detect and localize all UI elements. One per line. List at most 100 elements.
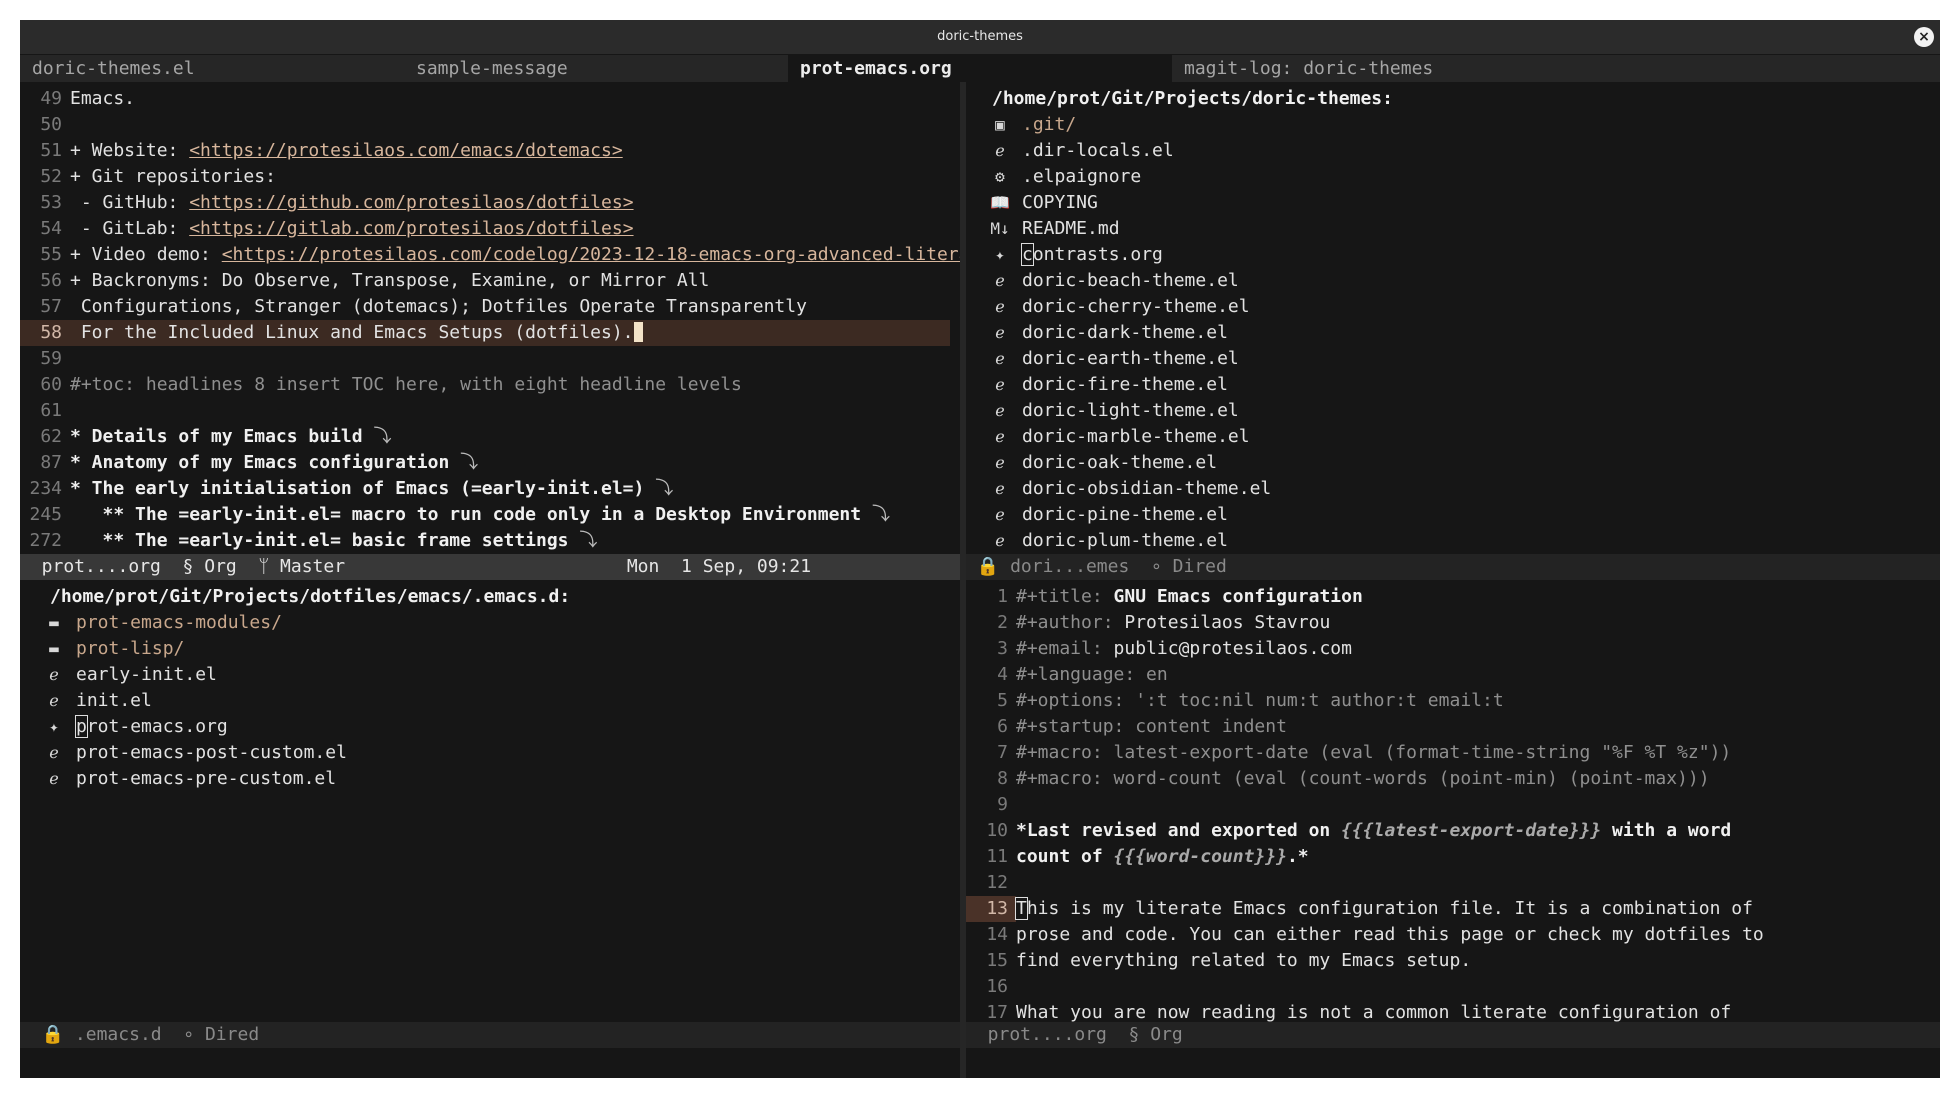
file-name[interactable]: prot-emacs-post-custom.el: [76, 742, 347, 763]
dired-file-entry[interactable]: ℯ .dir-locals.el: [990, 138, 1174, 164]
file-name[interactable]: .elpaignore: [1022, 166, 1141, 187]
file-name[interactable]: doric-cherry-theme.el: [1022, 296, 1250, 317]
file-name[interactable]: prot-emacs-pre-custom.el: [76, 768, 336, 789]
fold-indicator-icon[interactable]: ⤵: [579, 530, 597, 551]
line-number: 50: [40, 114, 62, 135]
org-line: 9: [966, 792, 1926, 818]
tab-sample-message[interactable]: sample-message: [404, 55, 788, 82]
org-heading[interactable]: ** The =early-init.el= basic frame setti…: [70, 530, 569, 551]
dired-file-entry[interactable]: ℯ doric-dark-theme.el: [990, 320, 1228, 346]
file-name[interactable]: doric-obsidian-theme.el: [1022, 478, 1271, 499]
line-number: 14: [986, 924, 1008, 945]
dired-file-entry[interactable]: ℯ doric-cherry-theme.el: [990, 294, 1250, 320]
dired-file-entry[interactable]: ℯ doric-pine-theme.el: [990, 502, 1228, 528]
modeline-top-left[interactable]: prot....org § Org ᛘ Master Mon 1 Sep, 09…: [20, 554, 960, 580]
dired-file-entry[interactable]: ℯ init.el: [44, 688, 152, 714]
dired-file-entry[interactable]: ℯ doric-light-theme.el: [990, 398, 1239, 424]
dired-file-entry[interactable]: ℯ doric-beach-theme.el: [990, 268, 1239, 294]
dired-file-entry[interactable]: ℯ doric-oak-theme.el: [990, 450, 1217, 476]
file-name[interactable]: early-init.el: [76, 664, 217, 685]
line-number: 61: [40, 400, 62, 421]
file-name[interactable]: doric-marble-theme.el: [1022, 426, 1250, 447]
file-name[interactable]: doric-light-theme.el: [1022, 400, 1239, 421]
dired-file-entry[interactable]: ✦ prot-emacs.org: [44, 714, 228, 740]
dired-file-entry[interactable]: ℯ doric-obsidian-theme.el: [990, 476, 1271, 502]
markdown-icon: M↓: [990, 219, 1010, 238]
url-link[interactable]: <https://protesilaos.com/emacs/dotemacs>: [189, 140, 622, 161]
file-name[interactable]: .dir-locals.el: [1022, 140, 1174, 161]
file-name[interactable]: init.el: [76, 690, 152, 711]
dired-file-entry[interactable]: ℯ early-init.el: [44, 662, 217, 688]
org-buffer-bottom-right[interactable]: 1 #+title: GNU Emacs configuration 2 #+auth…: [966, 580, 1940, 1022]
dired-buffer-doric-themes[interactable]: /home/prot/Git/Projects/doric-themes: ▣ .g…: [966, 82, 1940, 554]
file-name[interactable]: .git/: [1022, 114, 1076, 135]
file-name[interactable]: prot-lisp/: [76, 638, 184, 659]
org-heading[interactable]: * The early initialisation of Emacs (=ea…: [70, 478, 644, 499]
line-number: 62: [40, 426, 62, 447]
dired-file-entry[interactable]: ⚙ .elpaignore: [990, 164, 1141, 190]
line-number: 1: [997, 586, 1008, 607]
line-text: Emacs.: [70, 88, 136, 109]
url-link[interactable]: <https://gitlab.com/protesilaos/dotfiles…: [189, 218, 633, 239]
dired-file-entry[interactable]: ✦ contrasts.org: [990, 242, 1163, 268]
file-name[interactable]: doric-plum-theme.el: [1022, 530, 1228, 551]
dired-file-entry[interactable]: ▬ prot-emacs-modules/: [44, 610, 282, 636]
dired-file-entry[interactable]: ℯ doric-marble-theme.el: [990, 424, 1250, 450]
fold-indicator-icon[interactable]: ⤵: [872, 504, 890, 525]
file-name[interactable]: prot-emacs.org: [75, 715, 228, 738]
file-name[interactable]: doric-beach-theme.el: [1022, 270, 1239, 291]
dired-file-entry[interactable]: ▬ prot-lisp/: [44, 636, 184, 662]
org-keyword: #+startup: content indent: [1016, 716, 1287, 737]
file-name[interactable]: doric-oak-theme.el: [1022, 452, 1217, 473]
tab-prot-emacs-org[interactable]: prot-emacs.org: [788, 55, 1172, 82]
emacs-icon: ℯ: [49, 769, 59, 788]
dired-buffer-emacs-d[interactable]: /home/prot/Git/Projects/dotfiles/emacs/.…: [20, 580, 960, 1048]
file-name[interactable]: doric-fire-theme.el: [1022, 374, 1228, 395]
org-line: 245 ** The =early-init.el= macro to run …: [20, 502, 950, 528]
dired-file-entry[interactable]: ▣ .git/: [990, 112, 1076, 138]
file-name[interactable]: prot-emacs-modules/: [76, 612, 282, 633]
dired-file-entry[interactable]: 📖 COPYING: [990, 190, 1098, 216]
org-line: 60 #+toc: headlines 8 insert TOC here, wi…: [20, 372, 950, 398]
file-name[interactable]: COPYING: [1022, 192, 1098, 213]
org-heading[interactable]: ** The =early-init.el= macro to run code…: [70, 504, 862, 525]
fold-indicator-icon[interactable]: ⤵: [655, 478, 673, 499]
url-link[interactable]: <https://github.com/protesilaos/dotfiles…: [189, 192, 633, 213]
git-folder-icon: ▣: [995, 115, 1005, 134]
emacs-icon: ℯ: [995, 271, 1005, 290]
fold-indicator-icon[interactable]: ⤵: [460, 452, 478, 473]
org-line: 49 Emacs.: [20, 86, 950, 112]
file-name[interactable]: doric-dark-theme.el: [1022, 322, 1228, 343]
org-buffer-top-left[interactable]: 49 Emacs. 50 51 + Website: <https://protesil…: [20, 82, 960, 554]
fold-indicator-icon[interactable]: ⤵: [373, 426, 391, 447]
line-number: 52: [40, 166, 62, 187]
line-text: Configurations, Stranger (dotemacs); Dot…: [70, 296, 807, 317]
url-link[interactable]: <https://protesilaos.com/codelog/2023-12…: [222, 244, 960, 265]
modeline-top-right[interactable]: 🔒 dori...emes ∘ Dired: [966, 554, 1940, 580]
tab-doric-themes-el[interactable]: doric-themes.el: [20, 55, 404, 82]
dired-file-entry[interactable]: ℯ doric-plum-theme.el: [990, 528, 1228, 554]
dired-file-entry[interactable]: M↓ README.md: [990, 216, 1120, 242]
file-name[interactable]: README.md: [1022, 218, 1120, 239]
file-name[interactable]: doric-earth-theme.el: [1022, 348, 1239, 369]
line-text: find everything related to my Emacs setu…: [1016, 950, 1472, 971]
file-name[interactable]: contrasts.org: [1021, 243, 1163, 266]
line-text: + Website:: [70, 140, 190, 161]
line-text: - GitLab:: [70, 218, 190, 239]
org-heading[interactable]: * Anatomy of my Emacs configuration: [70, 452, 449, 473]
org-heading[interactable]: * Details of my Emacs build: [70, 426, 363, 447]
dired-file-entry[interactable]: ℯ doric-earth-theme.el: [990, 346, 1239, 372]
close-button[interactable]: ×: [1914, 27, 1934, 47]
tab-magit-log[interactable]: magit-log: doric-themes: [1172, 55, 1940, 82]
dired-file-entry[interactable]: ℯ prot-emacs-post-custom.el: [44, 740, 347, 766]
line-number: 6: [997, 716, 1008, 737]
modeline-bottom-right[interactable]: prot....org § Org: [966, 1022, 1940, 1048]
file-name[interactable]: doric-pine-theme.el: [1022, 504, 1228, 525]
dired-file-entry[interactable]: ℯ doric-fire-theme.el: [990, 372, 1228, 398]
dired-file-entry[interactable]: ℯ prot-emacs-pre-custom.el: [44, 766, 336, 792]
close-icon[interactable]: ×: [1918, 29, 1930, 45]
emacs-icon: ℯ: [995, 323, 1005, 342]
modeline-bottom-left[interactable]: 🔒 .emacs.d ∘ Dired: [20, 1022, 960, 1048]
org-line: 8 #+macro: word-count (eval (count-words …: [966, 766, 1926, 792]
line-number: 8: [997, 768, 1008, 789]
